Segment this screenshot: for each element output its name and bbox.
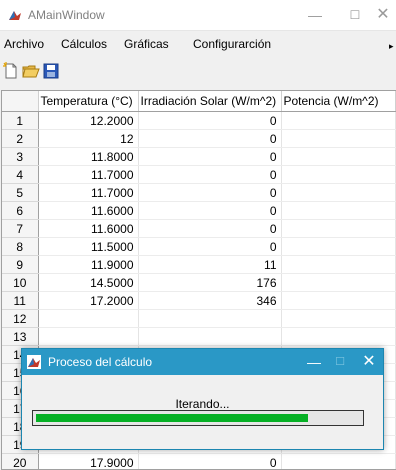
- cell-temperatura[interactable]: 12.2000: [38, 112, 138, 130]
- cell-irradiacion[interactable]: 0: [138, 202, 281, 220]
- cell-irradiacion[interactable]: 346: [138, 292, 281, 310]
- matlab-app-icon: [27, 355, 41, 369]
- cell-temperatura[interactable]: 11.7000: [38, 166, 138, 184]
- row-number[interactable]: 13: [2, 328, 38, 346]
- column-header-temperatura[interactable]: Temperatura (°C): [38, 91, 138, 112]
- cell-potencia[interactable]: [281, 112, 395, 130]
- cell-potencia[interactable]: [281, 328, 395, 346]
- cell-irradiacion[interactable]: 0: [138, 184, 281, 202]
- progress-bar: [32, 410, 364, 426]
- table-row: 1014.5000176: [2, 274, 395, 292]
- table-row: 1117.2000346: [2, 292, 395, 310]
- close-button[interactable]: ✕: [368, 4, 396, 26]
- cell-temperatura[interactable]: 17.2000: [38, 292, 138, 310]
- row-number[interactable]: 4: [2, 166, 38, 184]
- row-number[interactable]: 9: [2, 256, 38, 274]
- main-title-bar: AMainWindow — ☐ ✕: [0, 0, 396, 31]
- dialog-title: Proceso del cálculo: [48, 355, 152, 369]
- cell-potencia[interactable]: [281, 202, 395, 220]
- row-number[interactable]: 1: [2, 112, 38, 130]
- new-file-icon[interactable]: [2, 62, 20, 80]
- row-number[interactable]: 3: [2, 148, 38, 166]
- cell-potencia[interactable]: [281, 256, 395, 274]
- progress-bar-fill: [36, 414, 308, 422]
- cell-temperatura[interactable]: 11.8000: [38, 148, 138, 166]
- table-row: 511.70000: [2, 184, 395, 202]
- row-number[interactable]: 10: [2, 274, 38, 292]
- cell-temperatura[interactable]: 11.7000: [38, 184, 138, 202]
- toolbar: [0, 60, 396, 84]
- cell-potencia[interactable]: [281, 238, 395, 256]
- table-row: 12: [2, 310, 395, 328]
- row-number[interactable]: 2: [2, 130, 38, 148]
- progress-dialog: Proceso del cálculo — ☐ ✕ Iterando...: [21, 348, 384, 450]
- row-number[interactable]: 6: [2, 202, 38, 220]
- cell-potencia[interactable]: [281, 184, 395, 202]
- row-number[interactable]: 11: [2, 292, 38, 310]
- cell-temperatura[interactable]: [38, 328, 138, 346]
- cell-temperatura[interactable]: [38, 310, 138, 328]
- table-row: 112.20000: [2, 112, 395, 130]
- table-corner[interactable]: [2, 91, 38, 112]
- cell-irradiacion[interactable]: 0: [138, 220, 281, 238]
- maximize-button[interactable]: ☐: [340, 4, 370, 26]
- column-header-irradiacion[interactable]: Irradiación Solar (W/m^2): [138, 91, 281, 112]
- minimize-button[interactable]: —: [300, 4, 330, 26]
- table-row: 311.80000: [2, 148, 395, 166]
- cell-temperatura[interactable]: 11.9000: [38, 256, 138, 274]
- menu-calculos[interactable]: Cálculos: [61, 37, 107, 51]
- cell-irradiacion[interactable]: [138, 310, 281, 328]
- cell-irradiacion[interactable]: [138, 328, 281, 346]
- table-row: 411.70000: [2, 166, 395, 184]
- cell-irradiacion[interactable]: 176: [138, 274, 281, 292]
- open-folder-icon[interactable]: [22, 62, 40, 80]
- menu-configuracion[interactable]: Configurarción: [193, 37, 271, 51]
- menu-bar: Archivo Cálculos Gráficas Configurarción…: [0, 37, 396, 57]
- cell-temperatura[interactable]: 11.6000: [38, 202, 138, 220]
- dialog-close-button[interactable]: ✕: [355, 351, 383, 373]
- cell-potencia[interactable]: [281, 292, 395, 310]
- table-row: 711.60000: [2, 220, 395, 238]
- cell-irradiacion[interactable]: 0: [138, 148, 281, 166]
- cell-potencia[interactable]: [281, 274, 395, 292]
- cell-temperatura[interactable]: 11.5000: [38, 238, 138, 256]
- table-row: 911.900011: [2, 256, 395, 274]
- status-text: Iterando...: [22, 397, 383, 411]
- cell-temperatura[interactable]: 14.5000: [38, 274, 138, 292]
- dialog-body: Iterando...: [22, 375, 383, 449]
- cell-potencia[interactable]: [281, 220, 395, 238]
- matlab-app-icon: [8, 8, 22, 22]
- cell-irradiacion[interactable]: 0: [138, 130, 281, 148]
- cell-potencia[interactable]: [281, 310, 395, 328]
- menu-graficas[interactable]: Gráficas: [124, 37, 169, 51]
- menu-archivo[interactable]: Archivo: [4, 37, 44, 51]
- column-header-potencia[interactable]: Potencia (W/m^2): [281, 91, 395, 112]
- dialog-minimize-button[interactable]: —: [300, 351, 328, 373]
- dialog-title-bar: Proceso del cálculo — ☐ ✕: [22, 349, 383, 375]
- menu-overflow-icon[interactable]: ▸: [389, 41, 394, 52]
- cell-irradiacion[interactable]: 0: [138, 166, 281, 184]
- table-row: 611.60000: [2, 202, 395, 220]
- dialog-maximize-button[interactable]: ☐: [326, 351, 354, 373]
- table-row: 2120: [2, 130, 395, 148]
- row-number[interactable]: 5: [2, 184, 38, 202]
- table-row: 13: [2, 328, 395, 346]
- cell-irradiacion[interactable]: 0: [138, 112, 281, 130]
- row-number[interactable]: 8: [2, 238, 38, 256]
- row-number[interactable]: 12: [2, 310, 38, 328]
- cell-potencia[interactable]: [281, 130, 395, 148]
- cell-temperatura[interactable]: 12: [38, 130, 138, 148]
- cell-potencia[interactable]: [281, 148, 395, 166]
- window-title: AMainWindow: [28, 8, 105, 22]
- cell-irradiacion[interactable]: 11: [138, 256, 281, 274]
- cell-temperatura[interactable]: 11.6000: [38, 220, 138, 238]
- cell-potencia[interactable]: [281, 166, 395, 184]
- table-row: 811.50000: [2, 238, 395, 256]
- cell-irradiacion[interactable]: 0: [138, 238, 281, 256]
- row-number[interactable]: 7: [2, 220, 38, 238]
- save-icon[interactable]: [42, 62, 60, 80]
